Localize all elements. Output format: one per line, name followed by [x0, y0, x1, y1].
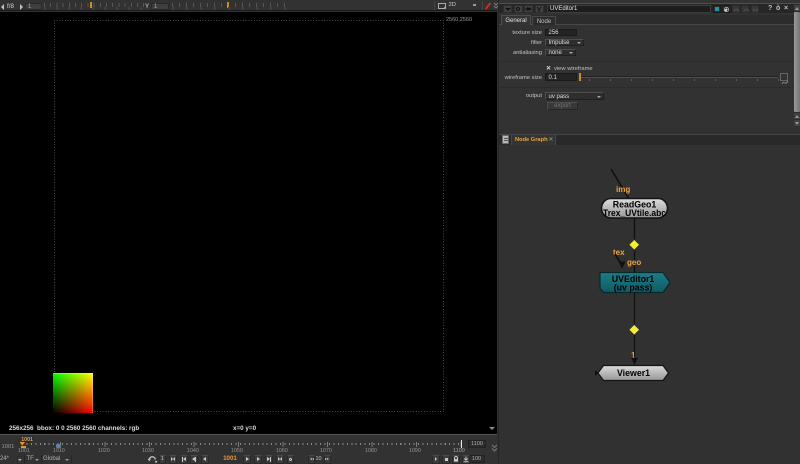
svg-text:Viewer1: Viewer1	[617, 368, 650, 378]
svg-text:Trex_UVtile.abc: Trex_UVtile.abc	[603, 208, 666, 218]
svg-text:tex: tex	[613, 248, 625, 257]
svg-text:geo: geo	[627, 258, 641, 267]
svg-text:(uv pass): (uv pass)	[614, 282, 653, 292]
svg-text:img: img	[616, 185, 630, 194]
